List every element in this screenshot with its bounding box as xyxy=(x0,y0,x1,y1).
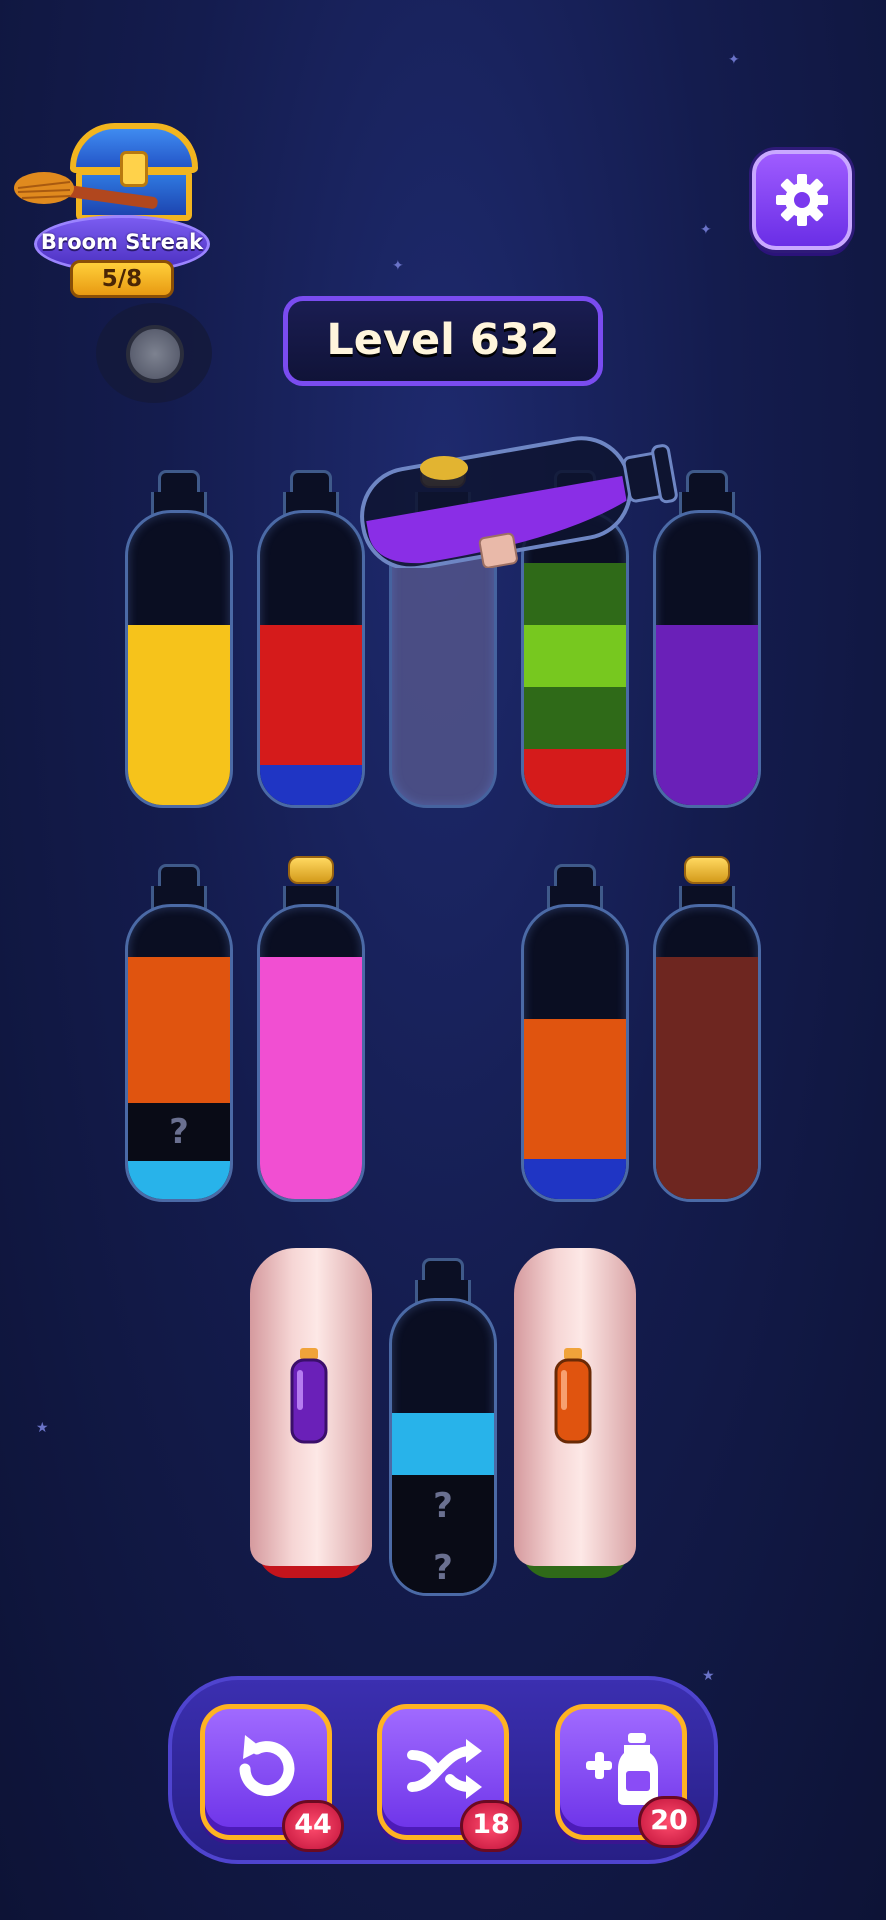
undo-icon xyxy=(239,1735,295,1797)
star-decoration: ✦ xyxy=(728,52,740,68)
shuffle-count-badge: 18 xyxy=(460,1800,522,1852)
hidden-layer: ? xyxy=(392,1537,494,1593)
bottle[interactable] xyxy=(521,864,629,1202)
liquid-layer-purple xyxy=(656,625,758,805)
liquid-layer-red xyxy=(260,625,362,765)
liquid-layer-orange xyxy=(128,957,230,1103)
star-decoration: ★ xyxy=(36,1420,49,1436)
liquid-layer-brown xyxy=(656,957,758,1199)
bottle[interactable] xyxy=(257,470,365,808)
lifted-bottle-pouring[interactable] xyxy=(350,398,700,568)
star-decoration: ✦ xyxy=(392,258,404,274)
liquid-layer-lime xyxy=(524,625,626,687)
liquid-layer-red xyxy=(524,749,626,805)
add-bottle-count-badge: 20 xyxy=(638,1796,700,1848)
gear-icon xyxy=(776,174,828,226)
broom-streak-widget[interactable]: Broom Streak 5/8 xyxy=(14,115,214,305)
settings-button[interactable] xyxy=(752,150,852,250)
bottle-sealed[interactable] xyxy=(653,856,761,1202)
covered-bottle[interactable] xyxy=(514,1248,636,1578)
liquid-layer-blue xyxy=(260,765,362,805)
streak-count: 5/8 xyxy=(70,260,174,298)
liquid-layer-blue xyxy=(524,1159,626,1199)
liquid-layer-light-blue xyxy=(392,1413,494,1475)
bottle[interactable]: ? xyxy=(125,864,233,1202)
hidden-layer: ? xyxy=(392,1475,494,1537)
liquid-layer-dark-green xyxy=(524,563,626,625)
star-decoration: ★ xyxy=(702,1668,715,1684)
bottle[interactable] xyxy=(125,470,233,808)
broom-icon xyxy=(14,172,158,209)
streak-label: Broom Streak xyxy=(40,230,204,254)
bottle[interactable]: ? ? xyxy=(389,1258,497,1596)
joystick-button[interactable] xyxy=(96,303,212,403)
undo-count-badge: 44 xyxy=(282,1800,344,1852)
purple-potion-hint-icon xyxy=(290,1348,328,1444)
bottle-sealed[interactable] xyxy=(257,856,365,1202)
hidden-layer: ? xyxy=(128,1103,230,1161)
covered-bottle[interactable] xyxy=(250,1248,372,1578)
liquid-layer-dark-green xyxy=(524,687,626,749)
liquid-layer-yellow xyxy=(128,625,230,805)
liquid-layer-pink xyxy=(260,957,362,1199)
joystick-knob xyxy=(126,325,184,383)
star-decoration: ✦ xyxy=(700,222,712,238)
liquid-layer-light-blue xyxy=(128,1161,230,1199)
shuffle-icon xyxy=(407,1739,482,1799)
add-bottle-icon xyxy=(586,1733,658,1805)
liquid-layer-orange xyxy=(524,1019,626,1159)
level-indicator: Level 632 xyxy=(283,296,603,386)
orange-potion-hint-icon xyxy=(554,1348,592,1444)
